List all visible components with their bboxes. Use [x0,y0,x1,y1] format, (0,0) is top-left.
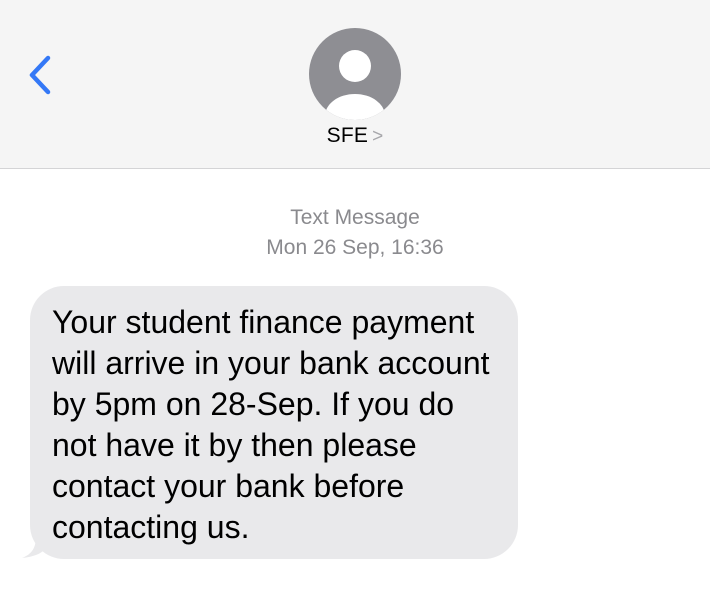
contact-name-button[interactable]: SFE > [0,124,710,148]
message-type-label: Text Message [290,206,420,229]
chevron-left-icon [29,55,51,95]
chevron-right-icon: > [372,126,384,147]
message-timestamp: Mon 26 Sep, 16:36 [266,236,444,259]
message-meta: Text Message Mon 26 Sep, 16:36 [0,203,710,263]
back-button[interactable] [22,50,62,100]
contact-name: SFE [326,124,369,147]
person-silhouette-icon [325,50,385,120]
conversation-header: SFE > [0,0,710,169]
message-text: Your student finance payment will arrive… [52,304,490,545]
contact-avatar[interactable] [309,28,401,120]
incoming-message-bubble[interactable]: Your student finance payment will arrive… [30,286,518,559]
